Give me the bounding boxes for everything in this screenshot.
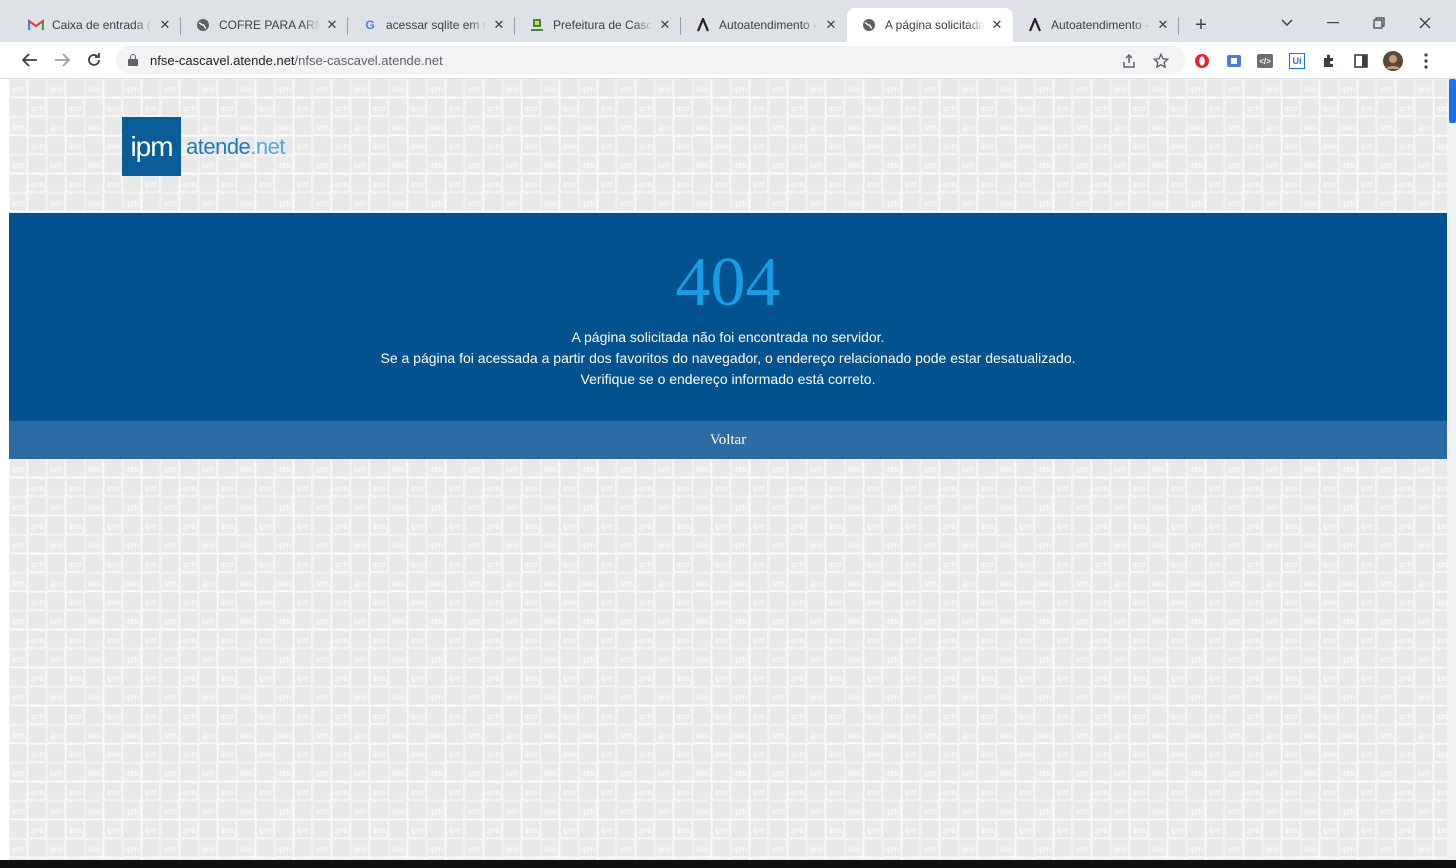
url-domain: nfse-cascavel.atende.net [150,53,295,68]
close-icon[interactable]: ✕ [1155,17,1171,33]
tab-title: A página solicitada [885,18,985,32]
tab-search-button[interactable] [1273,10,1301,36]
arrow-right-icon [55,53,70,67]
close-icon[interactable]: ✕ [157,17,173,33]
error-line-2: Se a página foi acessada a partir dos fa… [380,350,1076,366]
tab-title: Autoatendimento - [719,18,818,32]
ipm-logo-box: ipm [122,117,181,176]
browser-toolbar: nfse-cascavel.atende.net/nfse-cascavel.a… [0,42,1456,79]
tab-gmail[interactable]: Caixa de entrada (5 ✕ [14,8,181,42]
arrow-left-icon [22,53,37,67]
back-button[interactable] [18,48,42,72]
os-taskbar-edge [0,860,1456,868]
site-logo[interactable]: ipm atende.net [122,117,285,176]
puzzle-icon[interactable] [1319,51,1339,71]
tab-prefeitura[interactable]: Prefeitura de Casca ✕ [515,8,681,42]
ui-extension-label: Ui [1289,53,1305,69]
tab-title: Autoatendimento - [1051,18,1150,32]
ui-extension-icon[interactable]: Ui [1287,51,1307,71]
opera-extension-icon[interactable] [1192,51,1212,71]
star-icon[interactable] [1152,52,1170,70]
menu-icon[interactable] [1416,51,1436,71]
tab-cofre[interactable]: COFRE PARA ARMA ✕ [181,8,348,42]
code-extension-label: </> [1257,54,1273,68]
code-extension-icon[interactable]: </> [1255,51,1275,71]
minimize-icon [1327,22,1339,24]
close-icon[interactable]: ✕ [989,17,1005,33]
chevron-down-icon [1281,19,1293,27]
extension-2-icon[interactable] [1224,51,1244,71]
back-link[interactable]: Voltar [9,421,1447,459]
tab-autoatendimento-1[interactable]: Autoatendimento - ✕ [681,8,847,42]
error-panel: 404 A página solicitada não foi encontra… [9,213,1447,421]
page-left-edge [0,79,9,860]
avatar[interactable] [1383,51,1403,71]
google-icon: G [365,18,375,32]
new-tab-button[interactable]: + [1190,14,1212,36]
error-line-3: Verifique se o endereço informado está c… [580,371,876,387]
logo-suffix: .net [250,133,285,159]
tab-active-404[interactable]: A página solicitada ✕ [847,8,1013,42]
minimize-button[interactable] [1319,10,1347,36]
logo-name: atende [186,133,251,159]
close-icon[interactable]: ✕ [491,17,507,33]
lock-icon[interactable] [128,54,138,66]
atende-logo-icon [1027,17,1043,33]
close-icon [1419,17,1431,29]
tab-google-search[interactable]: G acessar sqlite em n ✕ [348,8,515,42]
site-header: ipm atende.net [9,79,1447,213]
city-crest-icon [529,17,545,33]
tab-strip: Caixa de entrada (5 ✕ COFRE PARA ARMA ✕ … [0,0,1456,42]
logo-wordmark: atende.net [186,134,285,160]
scrollbar-thumb[interactable] [1449,79,1456,123]
tab-title: Caixa de entrada (5 [52,18,153,32]
close-icon[interactable]: ✕ [657,17,673,33]
gmail-icon [28,17,44,33]
globe-icon [861,17,877,33]
tab-separator [1178,17,1179,35]
share-icon[interactable] [1120,52,1138,70]
globe-icon [195,17,211,33]
restore-button[interactable] [1365,10,1393,36]
error-code: 404 [675,244,781,321]
close-icon[interactable]: ✕ [324,17,340,33]
tab-autoatendimento-2[interactable]: Autoatendimento - ✕ [1013,8,1179,42]
reload-button[interactable] [82,48,106,72]
address-bar[interactable]: nfse-cascavel.atende.net/nfse-cascavel.a… [116,46,1186,74]
error-message: A página solicitada não foi encontrada n… [9,327,1447,390]
tab-title: acessar sqlite em n [386,18,487,32]
reload-icon [88,53,100,66]
scrollbar-track[interactable] [1447,79,1456,860]
page-viewport: ipm ipm ipm atende.net 404 A página soli… [9,79,1447,860]
tab-title: Prefeitura de Casca [553,18,653,32]
error-line-1: A página solicitada não foi encontrada n… [571,329,885,345]
close-window-button[interactable] [1411,10,1439,36]
atende-logo-icon [695,17,711,33]
url-path: /nfse-cascavel.atende.net [294,53,443,68]
tab-title: COFRE PARA ARMA [219,18,320,32]
forward-button[interactable] [50,48,74,72]
close-icon[interactable]: ✕ [823,17,839,33]
url-text[interactable]: nfse-cascavel.atende.net/nfse-cascavel.a… [150,53,443,68]
side-panel-icon[interactable] [1351,51,1371,71]
restore-icon [1373,17,1385,29]
